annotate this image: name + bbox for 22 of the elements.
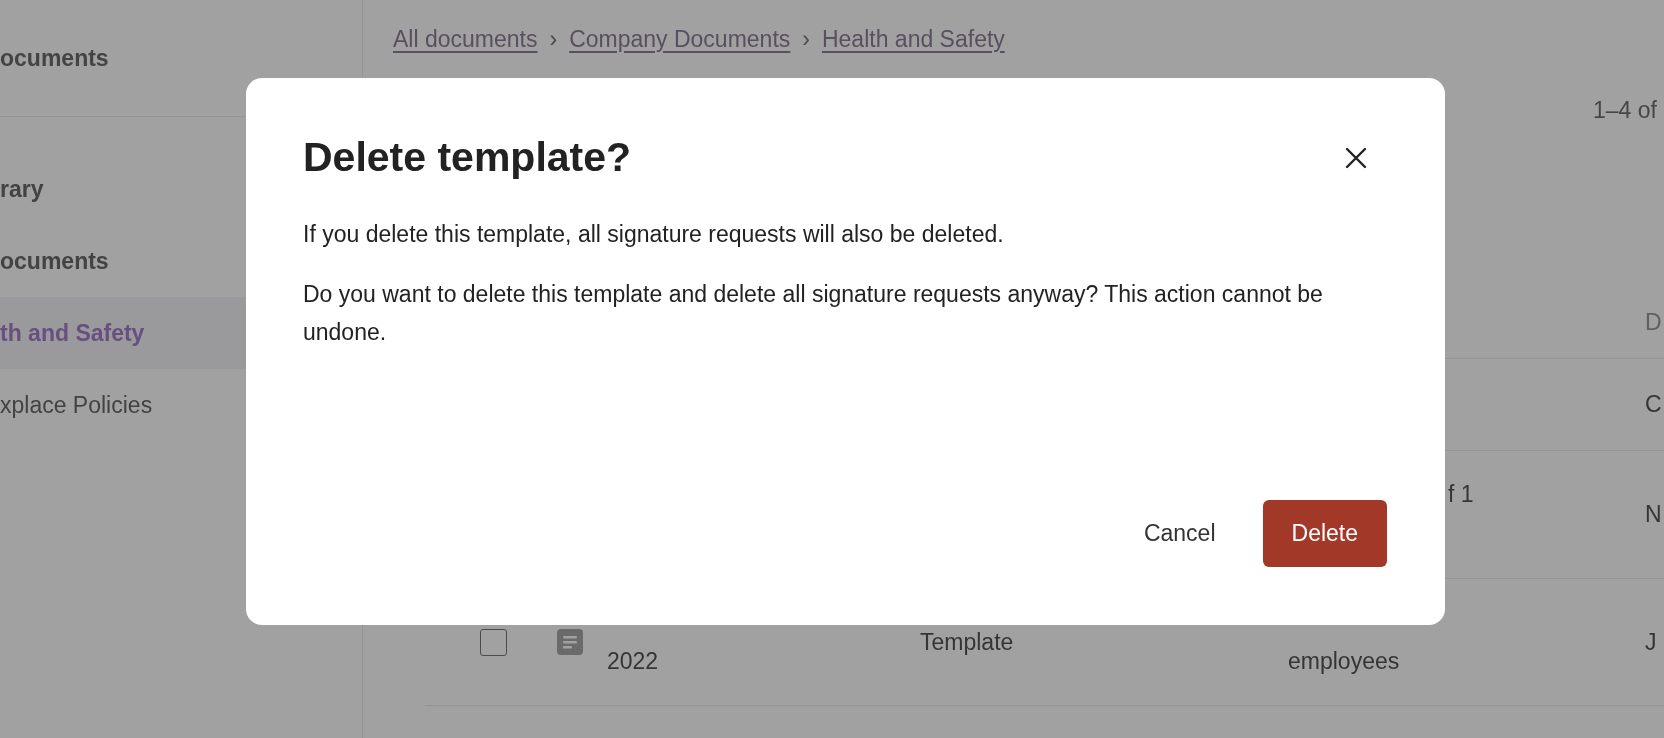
document-icon [557,629,583,655]
date-cell: J [1645,628,1657,655]
breadcrumb-link[interactable]: Company Documents [569,25,791,53]
pagination-count: 1–4 of [1593,96,1657,124]
dialog-title: Delete template? [303,134,632,181]
status-cell: employees [1288,647,1400,674]
sidebar-title: ocuments [0,44,109,72]
breadcrumb-link[interactable]: All documents [393,25,538,53]
close-icon[interactable] [1345,146,1367,169]
row-checkbox[interactable] [480,628,507,656]
date-cell: C [1645,391,1662,417]
date-cell: N [1645,501,1662,527]
document-name: 2022 [607,647,659,674]
type-cell: Template [920,628,1014,655]
column-header[interactable]: D [1645,309,1662,335]
cancel-button[interactable]: Cancel [1114,500,1245,567]
breadcrumb-link[interactable]: Health and Safety [821,25,1005,53]
breadcrumb-separator: › [802,25,810,53]
status-cell: f 1 [1448,481,1474,507]
breadcrumb-separator: › [549,25,558,53]
delete-button[interactable]: Delete [1262,500,1387,567]
dialog-message: If you delete this template, all signature requests will also be deleted. [303,220,1005,249]
